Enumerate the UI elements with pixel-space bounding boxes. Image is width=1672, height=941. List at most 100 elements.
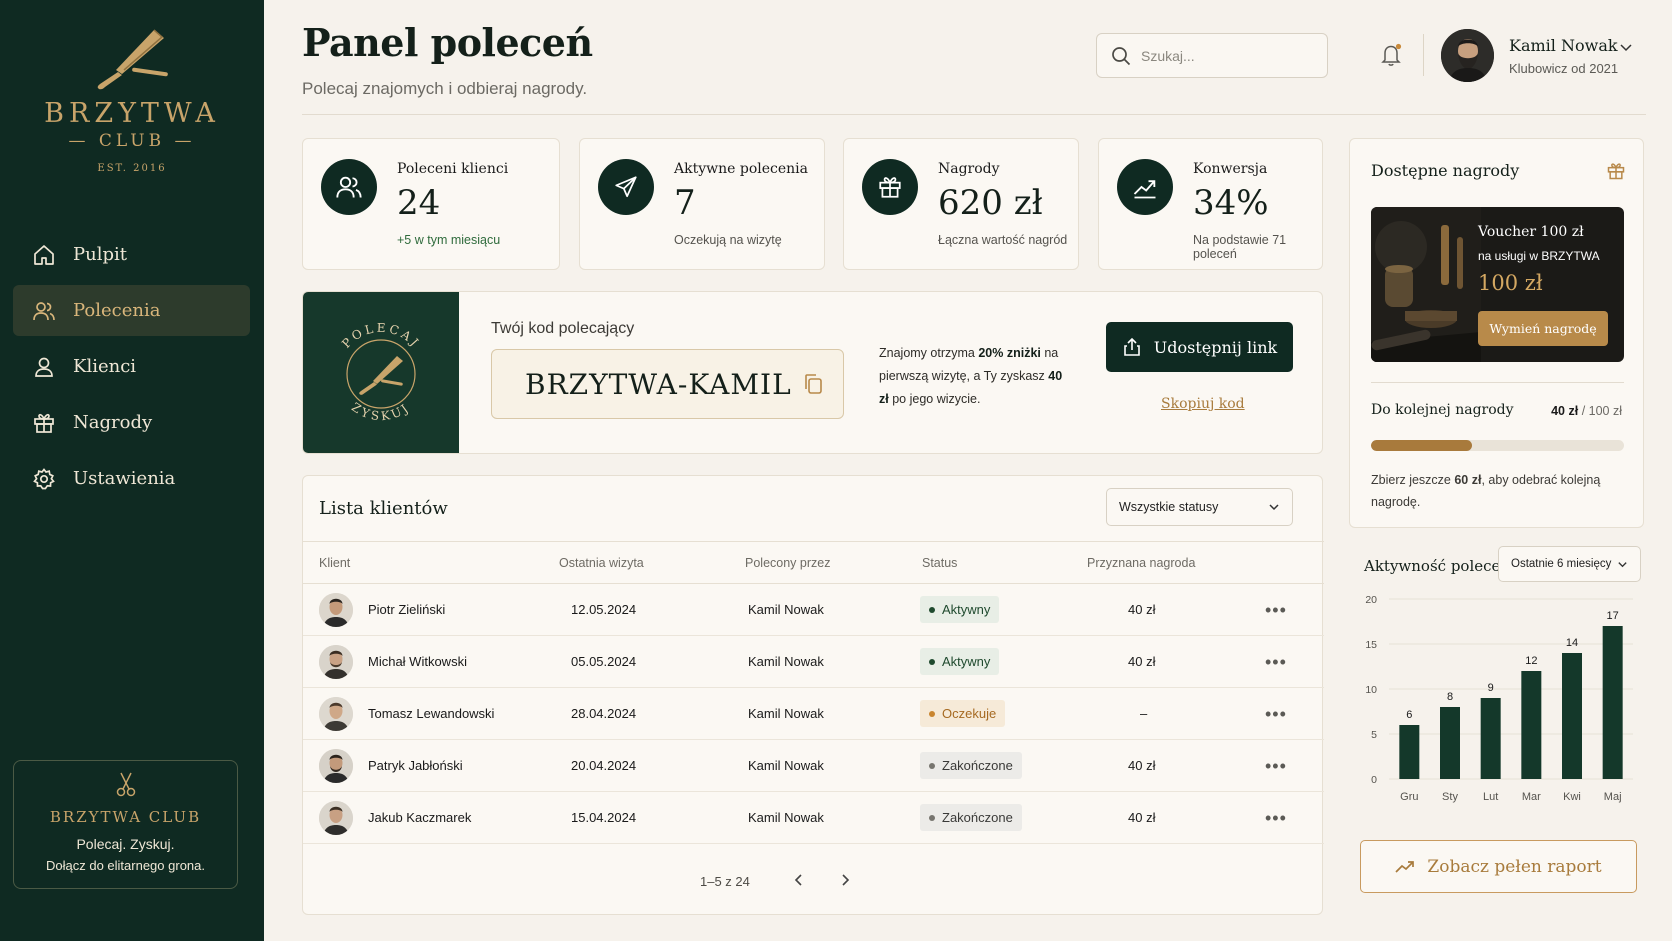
client-avatar: [319, 697, 353, 731]
promo-line-1: Polecaj. Zyskuj.: [76, 836, 175, 852]
y-tick-label: 10: [1365, 684, 1377, 696]
x-tick-label: Gru: [1400, 791, 1418, 803]
status-badge: Oczekuje: [920, 700, 1006, 727]
next-reward-label: Do kolejnej nagrody: [1371, 402, 1514, 418]
rewards-title: Dostępne nagrody: [1371, 161, 1520, 180]
column-header-reward[interactable]: Przyznana nagroda: [1087, 556, 1195, 570]
table-row[interactable]: Jakub Kaczmarek 15.04.2024 Kamil Nowak Z…: [303, 792, 1324, 844]
sidebar-item-label: Nagrody: [73, 412, 153, 433]
promo-line-2: Dołącz do elitarnego grona.: [46, 858, 205, 873]
reward-value: 40 zł: [1128, 654, 1156, 669]
client-avatar: [319, 645, 353, 679]
row-menu-icon[interactable]: •••: [1265, 808, 1287, 829]
row-menu-icon[interactable]: •••: [1265, 756, 1287, 777]
activity-range-select[interactable]: Ostatnie 6 miesięcy: [1498, 546, 1641, 582]
referred-by: Kamil Nowak: [748, 654, 824, 669]
row-menu-icon[interactable]: •••: [1265, 652, 1287, 673]
user-name[interactable]: Kamil Nowak: [1509, 36, 1618, 55]
client-name[interactable]: Jakub Kaczmarek: [368, 810, 471, 825]
stat-value: 7: [674, 183, 696, 223]
stat-card-active: Aktywne polecenia 7 Oczekują na wizytę: [579, 138, 825, 270]
client-name[interactable]: Piotr Zieliński: [368, 602, 445, 617]
svg-text:POLECAJ: POLECAJ: [339, 320, 423, 350]
x-tick-label: Maj: [1604, 791, 1622, 803]
stat-card-referred: Poleceni klienci 24 +5 w tym miesiącu: [302, 138, 560, 270]
full-report-button[interactable]: Zobacz pełen raport: [1360, 840, 1637, 893]
table-row[interactable]: Piotr Zieliński 12.05.2024 Kamil Nowak A…: [303, 584, 1324, 636]
chevron-down-icon: [1618, 561, 1627, 567]
progress-fill: [1371, 440, 1473, 451]
last-visit: 12.05.2024: [571, 602, 637, 617]
sidebar-item-pulpit[interactable]: Pulpit: [13, 229, 250, 280]
notifications-button[interactable]: [1379, 42, 1405, 73]
copy-code-link[interactable]: Skopiuj kod: [1161, 396, 1245, 412]
sidebar-item-label: Pulpit: [73, 244, 127, 265]
gift-icon: [862, 159, 918, 215]
referral-code-box[interactable]: BRZYTWA-KAMIL: [491, 349, 844, 419]
stat-note: Na podstawie 71 poleceń: [1193, 233, 1287, 261]
chart-bar: [1602, 626, 1623, 779]
voucher-amount: 100 zł: [1478, 271, 1543, 295]
activity-bar-chart: 0 5 10 15 20 6 Gru 8 Sty 9 Lut 12 Mar 14 Kwi 17 Maj: [1365, 594, 1633, 803]
gift-icon: [31, 410, 57, 436]
pagination-prev-button[interactable]: [791, 872, 807, 893]
status-filter-select[interactable]: Wszystkie statusy: [1106, 488, 1293, 526]
page-title: Panel poleceń: [302, 20, 593, 65]
status-badge: Aktywny: [920, 596, 1000, 623]
row-menu-icon[interactable]: •••: [1265, 704, 1287, 725]
client-avatar: [319, 801, 353, 835]
stat-value: 620 zł: [938, 183, 1043, 223]
table-row[interactable]: Patryk Jabłoński 20.04.2024 Kamil Nowak …: [303, 740, 1324, 792]
user-avatar[interactable]: [1441, 29, 1494, 82]
column-header-status[interactable]: Status: [922, 556, 957, 570]
table-row[interactable]: Michał Witkowski 05.05.2024 Kamil Nowak …: [303, 636, 1324, 688]
share-link-button[interactable]: Udostępnij link: [1106, 322, 1293, 372]
gear-icon: [31, 466, 57, 492]
column-header-referred-by[interactable]: Polecony przez: [745, 556, 830, 570]
reward-value: –: [1140, 706, 1148, 721]
x-tick-label: Kwi: [1563, 791, 1581, 803]
clients-table-card: Lista klientów Wszystkie statusy Klient …: [302, 475, 1324, 915]
sidebar-item-ustawienia[interactable]: Ustawienia: [13, 453, 250, 504]
sidebar-item-polecenia[interactable]: Polecenia: [13, 285, 250, 336]
copy-code-button[interactable]: [802, 372, 824, 401]
pagination-next-button[interactable]: [837, 872, 853, 893]
sidebar-item-klienci[interactable]: Klienci: [13, 341, 250, 392]
user-icon: [31, 354, 57, 380]
sidebar-promo: BRZYTWA CLUB Polecaj. Zyskuj. Dołącz do …: [13, 760, 238, 889]
bar-value-label: 14: [1566, 637, 1578, 649]
header-divider: [1423, 34, 1424, 76]
client-name[interactable]: Patryk Jabłoński: [368, 758, 463, 773]
x-tick-label: Lut: [1483, 791, 1498, 803]
search-box[interactable]: [1096, 33, 1328, 78]
row-menu-icon[interactable]: •••: [1265, 600, 1287, 621]
column-header-client[interactable]: Klient: [319, 556, 350, 570]
column-header-last-visit[interactable]: Ostatnia wizyta: [559, 556, 644, 570]
client-name[interactable]: Tomasz Lewandowski: [368, 706, 494, 721]
x-tick-label: Sty: [1442, 791, 1458, 803]
stat-card-conversion: Konwersja 34% Na podstawie 71 poleceń: [1098, 138, 1323, 270]
badge-top-text: POLECAJ: [339, 320, 420, 350]
chart-bar: [1521, 671, 1542, 779]
pagination-info: 1–5 z 24: [700, 874, 750, 889]
stat-note: +5 w tym miesiącu: [397, 233, 501, 247]
redeem-reward-button[interactable]: Wymień nagrodę: [1478, 311, 1608, 346]
bar-value-label: 6: [1406, 709, 1412, 721]
reward-value: 40 zł: [1128, 758, 1156, 773]
user-menu-toggle[interactable]: [1619, 40, 1633, 59]
brand-sub: — CLUB —: [68, 131, 196, 151]
brand-logo[interactable]: BRZYTWA — CLUB — EST. 2016: [0, 26, 264, 174]
razor-badge-icon: POLECAJ ZYSKUJ: [339, 320, 423, 422]
activity-title: Aktywność poleceń: [1364, 557, 1511, 575]
table-row[interactable]: Tomasz Lewandowski 28.04.2024 Kamil Nowa…: [303, 688, 1324, 740]
sidebar-item-nagrody[interactable]: Nagrody: [13, 397, 250, 448]
share-link-label: Udostępnij link: [1153, 337, 1278, 357]
client-avatar: [319, 749, 353, 783]
page-subtitle: Polecaj znajomych i odbieraj nagrody.: [302, 79, 588, 98]
client-name[interactable]: Michał Witkowski: [368, 654, 467, 669]
reward-value: 40 zł: [1128, 810, 1156, 825]
search-input[interactable]: [1141, 47, 1311, 64]
brand-name: BRZYTWA: [44, 98, 220, 129]
sidebar-item-label: Klienci: [73, 356, 137, 377]
gift-icon: [1606, 161, 1626, 186]
